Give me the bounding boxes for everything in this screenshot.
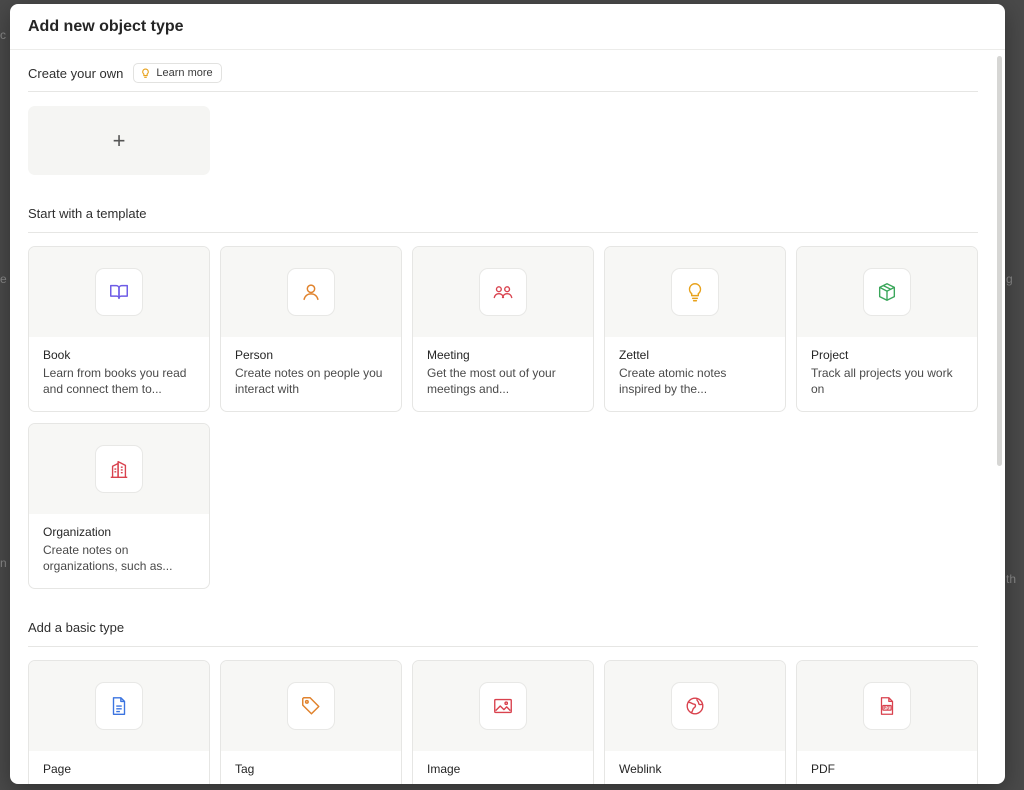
background-text: n [0, 556, 7, 570]
template-card-book[interactable]: Book Learn from books you read and conne… [28, 246, 210, 412]
card-icon-area [221, 247, 401, 337]
card-text: Weblink [605, 751, 785, 776]
card-description: Create notes on people you interact with [235, 366, 383, 396]
section-title: Create your own [28, 65, 124, 81]
building-icon [110, 460, 128, 478]
document-icon [112, 697, 126, 715]
card-text: PDF [797, 751, 977, 776]
icon-box [95, 268, 143, 316]
icon-box [863, 268, 911, 316]
box-icon [878, 283, 896, 301]
icon-box [671, 268, 719, 316]
card-text: Zettel Create atomic notes inspired by t… [605, 337, 785, 397]
create-new-type-button[interactable]: + [28, 106, 210, 175]
card-text: Meeting Get the most out of your meeting… [413, 337, 593, 397]
card-title: Image [427, 762, 461, 776]
basic-card-image[interactable]: Image [412, 660, 594, 784]
template-card-meeting[interactable]: Meeting Get the most out of your meeting… [412, 246, 594, 412]
icon-box [95, 445, 143, 493]
basic-type-grid: Page Tag Image Weblink PDF [28, 660, 978, 784]
icon-box [95, 682, 143, 730]
card-title: Meeting [427, 348, 470, 362]
card-description: Create notes on organizations, such as..… [43, 543, 173, 573]
icon-box [287, 682, 335, 730]
card-description: Create atomic notes inspired by the... [619, 366, 727, 396]
basic-card-weblink[interactable]: Weblink [604, 660, 786, 784]
card-icon-area [29, 424, 209, 514]
people-group-icon [493, 286, 513, 299]
card-text: Organization Create notes on organizatio… [29, 514, 209, 574]
template-card-organization[interactable]: Organization Create notes on organizatio… [28, 423, 210, 589]
section-title: Add a basic type [28, 620, 125, 635]
card-icon-area [29, 661, 209, 751]
lightbulb-icon [688, 283, 702, 302]
book-icon [110, 284, 128, 300]
lightbulb-icon [142, 68, 150, 78]
template-card-project[interactable]: Project Track all projects you work on [796, 246, 978, 412]
learn-more-button[interactable]: Learn more [133, 63, 222, 83]
card-icon-area [413, 247, 593, 337]
card-title: Zettel [619, 348, 650, 362]
background-text: c [0, 28, 6, 42]
tag-icon [302, 697, 320, 715]
template-grid: Book Learn from books you read and conne… [28, 246, 978, 589]
template-card-zettel[interactable]: Zettel Create atomic notes inspired by t… [604, 246, 786, 412]
icon-box [287, 268, 335, 316]
card-icon-area [605, 247, 785, 337]
card-text: Project Track all projects you work on [797, 337, 977, 397]
basic-card-pdf[interactable]: PDF [796, 660, 978, 784]
template-card-person[interactable]: Person Create notes on people you intera… [220, 246, 402, 412]
background-text: g [1006, 272, 1013, 286]
card-icon-area [413, 661, 593, 751]
card-text: Page [29, 751, 209, 776]
basic-card-page[interactable]: Page [28, 660, 210, 784]
card-icon-area [797, 247, 977, 337]
card-title: Tag [235, 762, 255, 776]
background-text: th [1006, 572, 1017, 586]
plus-icon: + [112, 127, 126, 153]
card-title: Weblink [619, 762, 662, 776]
card-text: Book Learn from books you read and conne… [29, 337, 209, 397]
card-title: Book [43, 348, 71, 362]
section-basic-types: Add a basic type [28, 609, 978, 647]
section-create-your-own: Create your own Learn more [28, 51, 978, 92]
section-templates: Start with a template [28, 195, 978, 233]
card-text: Image [413, 751, 593, 776]
add-object-type-modal: Add new object type Create your own Lear… [10, 4, 1005, 784]
card-icon-area [221, 661, 401, 751]
card-title: Person [235, 348, 274, 362]
person-icon [303, 284, 319, 301]
modal-header: Add new object type [10, 4, 1005, 50]
card-title: Project [811, 348, 849, 362]
icon-box [863, 682, 911, 730]
image-icon [494, 698, 512, 714]
card-text: Person Create notes on people you intera… [221, 337, 401, 397]
card-icon-area [605, 661, 785, 751]
modal-body: Create your own Learn more + Start with … [10, 51, 1005, 784]
globe-icon [686, 697, 704, 715]
card-description: Learn from books you read and connect th… [43, 366, 187, 396]
icon-box [479, 268, 527, 316]
card-title: Organization [43, 525, 112, 539]
card-title: PDF [811, 762, 835, 776]
pdf-icon [880, 697, 894, 715]
basic-card-tag[interactable]: Tag [220, 660, 402, 784]
icon-box [479, 682, 527, 730]
background-text: e [0, 272, 7, 286]
icon-box [671, 682, 719, 730]
card-icon-area [797, 661, 977, 751]
card-title: Page [43, 762, 72, 776]
scrollbar-thumb[interactable] [997, 56, 1002, 466]
card-description: Get the most out of your meetings and... [427, 366, 556, 396]
card-icon-area [29, 247, 209, 337]
card-description: Track all projects you work on [811, 366, 953, 396]
card-text: Tag [221, 751, 401, 776]
section-title: Start with a template [28, 206, 147, 221]
modal-title: Add new object type [28, 17, 184, 35]
learn-more-label: Learn more [156, 67, 213, 79]
